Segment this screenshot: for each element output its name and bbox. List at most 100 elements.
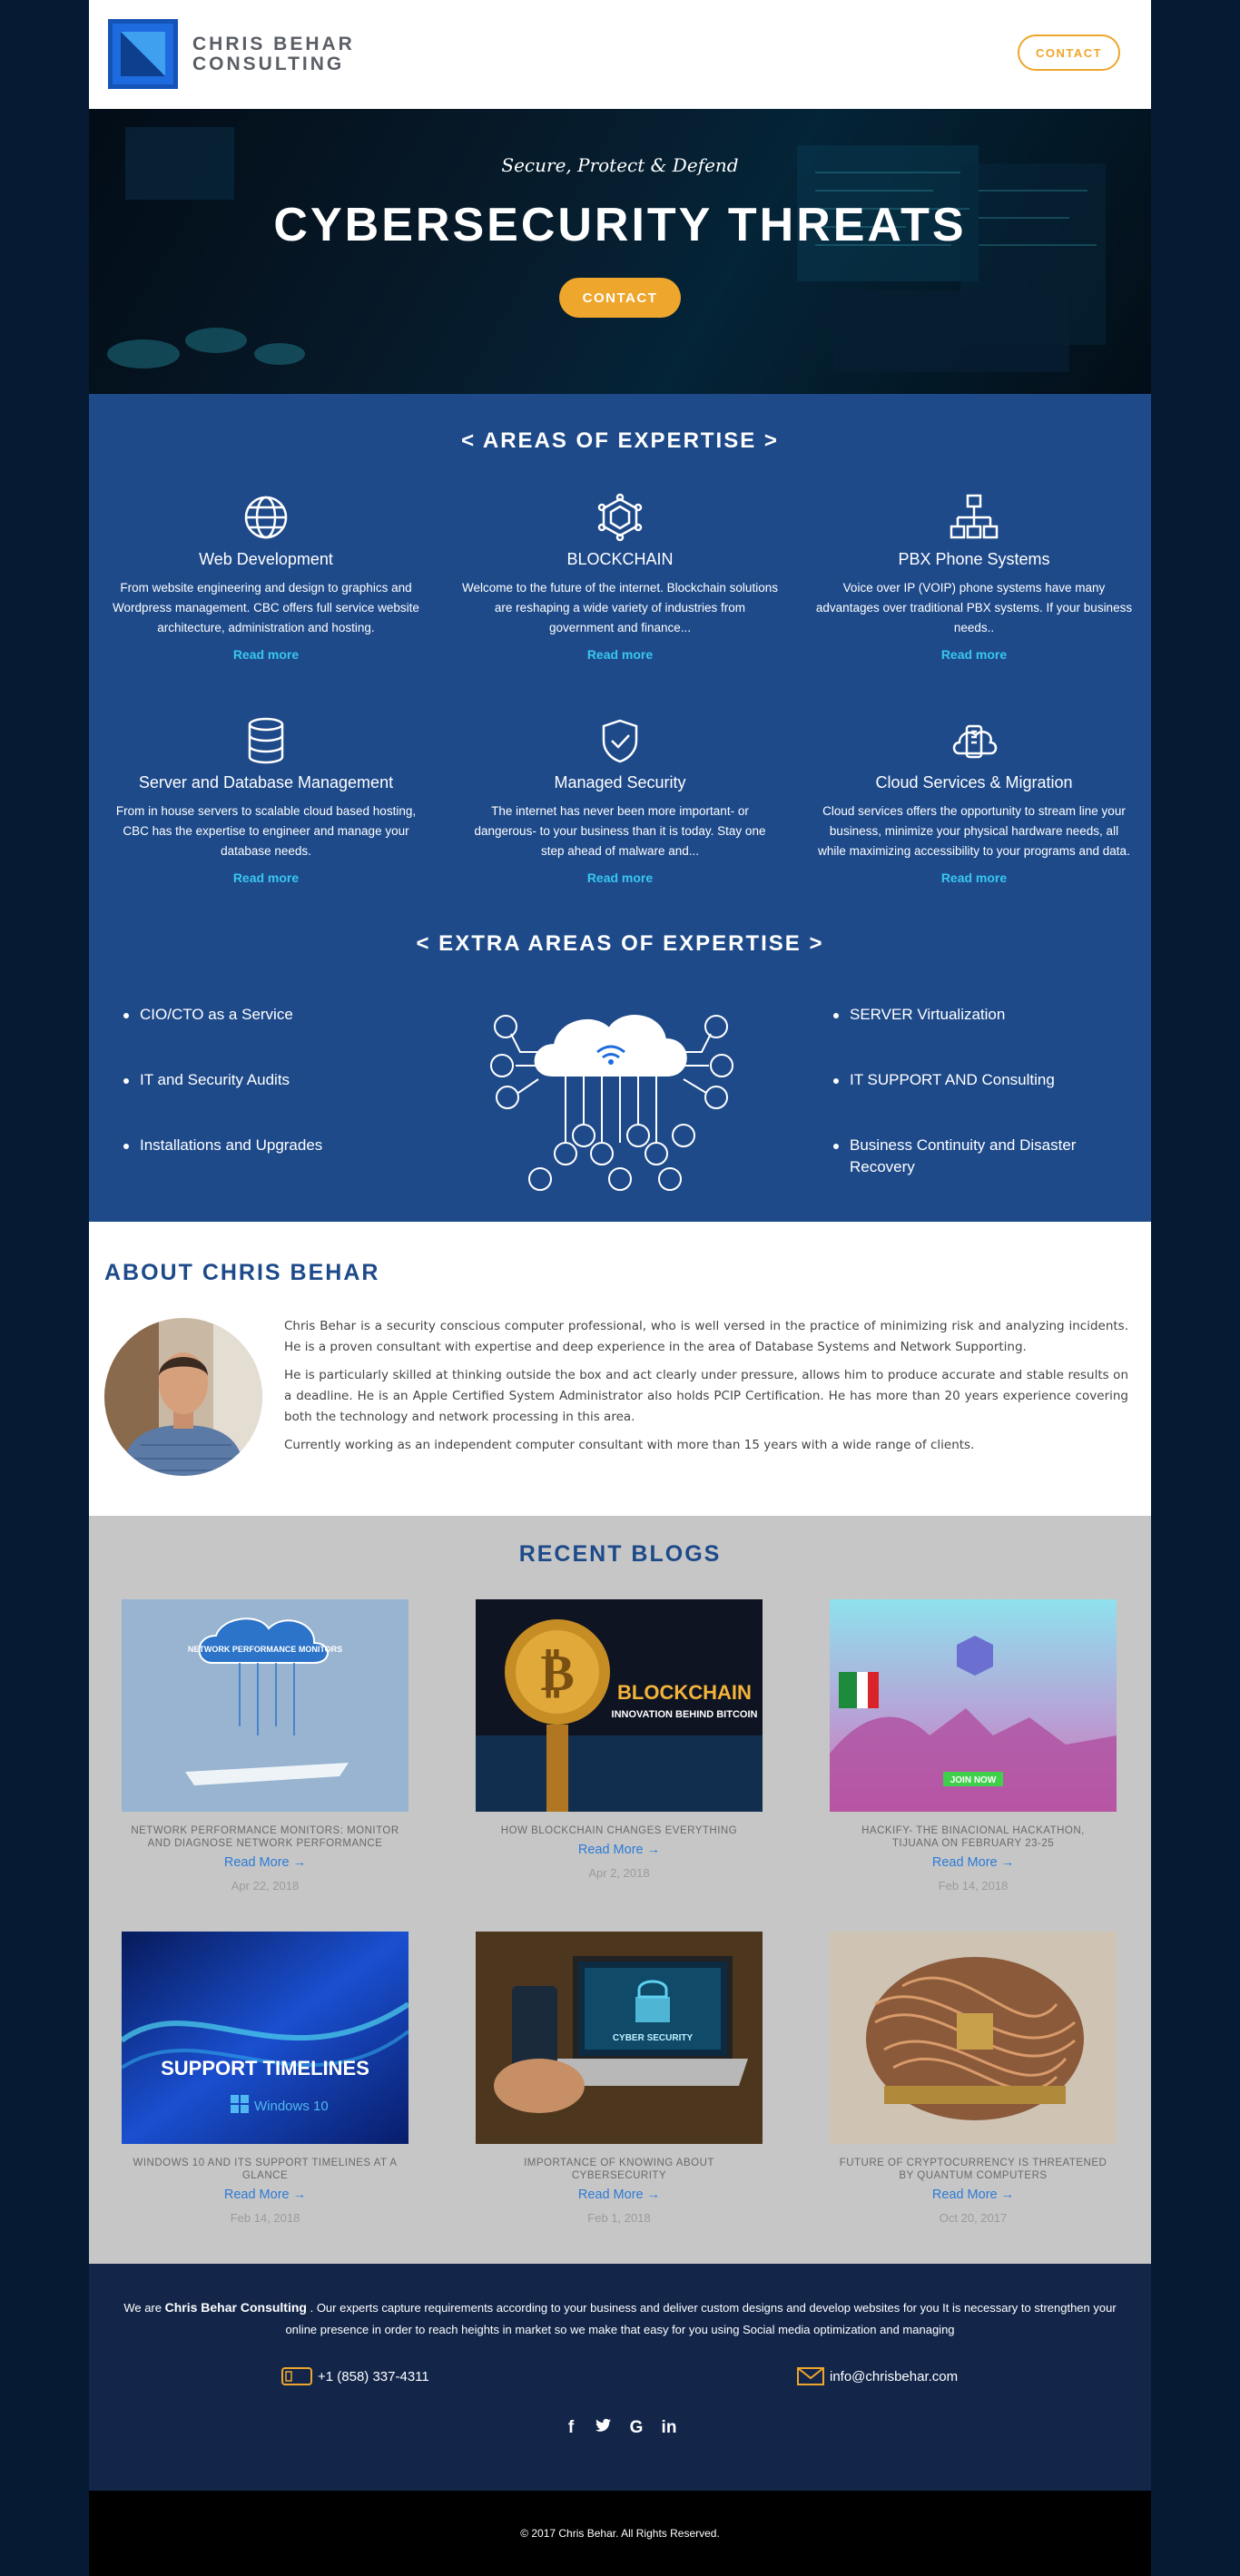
blog-post-title[interactable]: FUTURE OF CRYPTOCURRENCY IS THREATENED B… <box>830 2157 1117 2182</box>
blog-thumbnail[interactable]: JOIN NOW <box>830 1599 1117 1812</box>
phone-icon <box>281 2367 312 2385</box>
social-links: f G in <box>89 2418 1151 2438</box>
cloud-device-icon <box>952 724 998 759</box>
database-icon <box>248 717 284 764</box>
about-section: ABOUT CHRIS BEHAR Chris Behar is a secur… <box>89 1222 1151 1516</box>
linkedin-icon[interactable]: in <box>661 2418 677 2438</box>
card-title: Managed Security <box>554 773 686 791</box>
thumb-caption: BLOCKCHAIN <box>617 1681 752 1704</box>
hero-title: CYBERSECURITY THREATS <box>273 199 967 251</box>
header-contact-button[interactable]: CONTACT <box>1018 34 1120 71</box>
footer-intro-prefix: We are <box>123 2301 162 2315</box>
recent-blogs-section: RECENT BLOGS NETWORK PERFORMANCE MONITOR… <box>89 1516 1151 2264</box>
card-read-more-link[interactable]: Read more <box>797 647 1151 662</box>
site-header: CHRIS BEHAR CONSULTING CONTACT <box>89 0 1151 109</box>
blog-read-more-link[interactable]: Read More → <box>122 1855 408 1870</box>
blog-read-more-link[interactable]: Read More → <box>476 1843 763 1857</box>
list-item: Installations and Upgrades <box>122 1135 394 1156</box>
areas-of-expertise-section: < AREAS OF EXPERTISE > Web Development F… <box>89 394 1151 1222</box>
blog-read-more-link[interactable]: Read More → <box>476 2188 763 2202</box>
thumb-caption: SUPPORT TIMELINES <box>161 2057 369 2079</box>
list-item: CIO/CTO as a Service <box>122 1004 394 1026</box>
blog-thumbnail[interactable] <box>830 1932 1117 2144</box>
cloud-network-illustration <box>490 1015 733 1191</box>
blog-thumbnail[interactable]: CYBER SECURITY <box>476 1932 763 2144</box>
expertise-card-web-development: Web Development From website engineering… <box>89 490 443 662</box>
about-body: Chris Behar is a security conscious comp… <box>284 1316 1128 1463</box>
card-title: Web Development <box>199 550 333 568</box>
thumb-subcaption: INNOVATION BEHIND BITCOIN <box>612 1709 758 1720</box>
list-item: IT and Security Audits <box>122 1069 394 1091</box>
hero-tagline: Secure, Protect & Defend <box>501 154 739 176</box>
blog-post: JOIN NOW HACKIFY- THE BINACIONAL HACKATH… <box>830 1599 1117 1893</box>
thumb-caption: JOIN NOW <box>950 1775 997 1785</box>
footer-intro-text: . Our experts capture requirements accor… <box>285 2301 1117 2336</box>
blog-post: NETWORK PERFORMANCE MONITORS NETWORK PER… <box>122 1599 408 1893</box>
blog-post-date: Feb 1, 2018 <box>587 2211 651 2225</box>
twitter-icon[interactable] <box>595 2418 612 2438</box>
facebook-icon[interactable]: f <box>563 2418 579 2438</box>
blog-post-title[interactable]: HACKIFY- THE BINACIONAL HACKATHON, TIJUA… <box>830 1824 1117 1850</box>
hero-banner: Secure, Protect & Defend CYBERSECURITY T… <box>89 109 1151 394</box>
logo-icon[interactable] <box>108 19 178 89</box>
footer-brand: Chris Behar Consulting <box>164 2300 307 2315</box>
network-tree-icon <box>950 494 999 539</box>
blog-thumbnail[interactable]: SUPPORT TIMELINES Windows 10 <box>122 1932 408 2144</box>
card-text: Voice over IP (VOIP) phone systems have … <box>815 581 1133 634</box>
blog-post-date: Feb 14, 2018 <box>230 2211 300 2225</box>
blog-post: CYBER SECURITY IMPORTANCE OF KNOWING ABO… <box>476 1932 763 2225</box>
extra-expertise-list-left: CIO/CTO as a Service IT and Security Aud… <box>122 1004 394 1156</box>
expertise-card-blockchain: BLOCKCHAIN Welcome to the future of the … <box>443 490 797 662</box>
card-read-more-link[interactable]: Read more <box>443 647 797 662</box>
thumb-subcaption: Windows 10 <box>254 2099 329 2114</box>
extra-expertise-title: < EXTRA AREAS OF EXPERTISE > <box>416 931 824 956</box>
card-read-more-link[interactable]: Read more <box>89 647 443 662</box>
blog-read-more-link[interactable]: Read More → <box>122 2188 408 2202</box>
site-footer: We are Chris Behar Consulting . Our expe… <box>89 2264 1151 2491</box>
extra-expertise-list-right: SERVER Virtualization IT SUPPORT AND Con… <box>832 1004 1122 1178</box>
globe-icon <box>244 496 288 539</box>
blog-thumbnail[interactable]: NETWORK PERFORMANCE MONITORS <box>122 1599 408 1812</box>
page: CHRIS BEHAR CONSULTING CONTACT Secure, P… <box>89 0 1151 2576</box>
footer-phone[interactable]: +1 (858) 337-4311 <box>281 2367 429 2385</box>
expertise-card-cloud-services: Cloud Services & Migration Cloud service… <box>797 713 1151 885</box>
copyright-bar: © 2017 Chris Behar. All Rights Reserved. <box>89 2491 1151 2576</box>
footer-email[interactable]: info@chrisbehar.com <box>797 2367 958 2385</box>
shield-check-icon <box>602 719 638 763</box>
google-icon[interactable]: G <box>628 2418 645 2438</box>
mail-icon <box>797 2367 824 2385</box>
logo-line-2: CONSULTING <box>192 54 345 74</box>
blog-read-more-link[interactable]: Read More → <box>830 2188 1117 2202</box>
blog-thumbnail[interactable]: ₿ BLOCKCHAIN INNOVATION BEHIND BITCOIN <box>476 1599 763 1812</box>
card-text: Cloud services offers the opportunity to… <box>818 804 1130 858</box>
blog-read-more-link[interactable]: Read More → <box>830 1855 1117 1870</box>
blog-post-title[interactable]: IMPORTANCE OF KNOWING ABOUT CYBERSECURIT… <box>476 2157 763 2182</box>
card-text: From in house servers to scalable cloud … <box>115 804 417 858</box>
footer-email-address: info@chrisbehar.com <box>830 2368 959 2384</box>
blog-post-title[interactable]: WINDOWS 10 AND ITS SUPPORT TIMELINES AT … <box>122 2157 408 2182</box>
expertise-card-server-database: Server and Database Management From in h… <box>89 713 443 885</box>
blog-post-date: Oct 20, 2017 <box>939 2211 1008 2225</box>
blog-post-title[interactable]: HOW BLOCKCHAIN CHANGES EVERYTHING <box>476 1824 763 1837</box>
list-item: IT SUPPORT AND Consulting <box>832 1069 1122 1091</box>
about-paragraph-1: Chris Behar is a security conscious comp… <box>284 1319 1128 1354</box>
thumb-caption: CYBER SECURITY <box>613 2033 694 2043</box>
card-title: Server and Database Management <box>138 773 394 791</box>
card-read-more-link[interactable]: Read more <box>443 870 797 885</box>
card-read-more-link[interactable]: Read more <box>797 870 1151 885</box>
expertise-card-managed-security: Managed Security The internet has never … <box>443 713 797 885</box>
blog-post-title[interactable]: NETWORK PERFORMANCE MONITORS: MONITOR AN… <box>122 1824 408 1850</box>
card-title: BLOCKCHAIN <box>566 550 674 568</box>
blog-post-date: Apr 22, 2018 <box>231 1879 300 1893</box>
card-title: Cloud Services & Migration <box>875 773 1073 791</box>
about-title: ABOUT CHRIS BEHAR <box>104 1260 380 1285</box>
hero-contact-button[interactable]: CONTACT <box>559 278 681 318</box>
list-item: SERVER Virtualization <box>832 1004 1122 1026</box>
card-text: The internet has never been more importa… <box>474 804 766 858</box>
card-read-more-link[interactable]: Read more <box>89 870 443 885</box>
about-paragraph-3: Currently working as an independent comp… <box>284 1438 975 1452</box>
about-paragraph-2: He is particularly skilled at thinking o… <box>284 1368 1128 1424</box>
card-text: Welcome to the future of the internet. B… <box>462 581 778 634</box>
logo-wordmark[interactable]: CHRIS BEHAR CONSULTING <box>192 34 355 74</box>
blogs-title: RECENT BLOGS <box>518 1541 722 1567</box>
